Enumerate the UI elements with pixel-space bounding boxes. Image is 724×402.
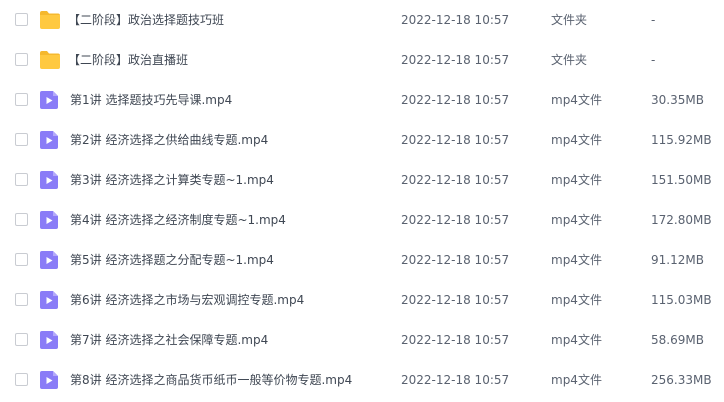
- file-name[interactable]: 第7讲 经济选择之社会保障专题.mp4: [70, 320, 268, 360]
- file-date: 2022-12-18 10:57: [401, 93, 510, 107]
- file-row-folder[interactable]: 【二阶段】政治选择题技巧班 2022-12-18 10:57 文件夹 -: [0, 0, 724, 40]
- file-size: -: [651, 13, 656, 27]
- file-row-video[interactable]: 第3讲 经济选择之计算类专题~1.mp4 2022-12-18 10:57 mp…: [0, 160, 724, 200]
- file-name[interactable]: 第1讲 选择题技巧先导课.mp4: [70, 80, 232, 120]
- row-checkbox[interactable]: [15, 93, 28, 106]
- file-size: 256.33MB: [651, 373, 712, 387]
- file-date: 2022-12-18 10:57: [401, 13, 510, 27]
- file-size: 115.03MB: [651, 293, 712, 307]
- file-date: 2022-12-18 10:57: [401, 133, 510, 147]
- video-file-icon: [39, 250, 61, 270]
- file-date: 2022-12-18 10:57: [401, 373, 510, 387]
- folder-icon: [39, 50, 61, 70]
- file-name[interactable]: 第5讲 经济选择题之分配专题~1.mp4: [70, 240, 274, 280]
- file-type: mp4文件: [551, 93, 602, 107]
- video-file-icon: [39, 330, 61, 350]
- file-row-video[interactable]: 第8讲 经济选择之商品货币纸币一般等价物专题.mp4 2022-12-18 10…: [0, 360, 724, 400]
- file-row-video[interactable]: 第7讲 经济选择之社会保障专题.mp4 2022-12-18 10:57 mp4…: [0, 320, 724, 360]
- row-checkbox[interactable]: [15, 213, 28, 226]
- row-checkbox[interactable]: [15, 333, 28, 346]
- video-file-icon: [39, 90, 61, 110]
- row-checkbox[interactable]: [15, 173, 28, 186]
- file-row-video[interactable]: 第2讲 经济选择之供给曲线专题.mp4 2022-12-18 10:57 mp4…: [0, 120, 724, 160]
- file-type: mp4文件: [551, 293, 602, 307]
- file-name[interactable]: 第3讲 经济选择之计算类专题~1.mp4: [70, 160, 274, 200]
- file-size: 30.35MB: [651, 93, 704, 107]
- file-type: 文件夹: [551, 13, 588, 27]
- row-checkbox[interactable]: [15, 133, 28, 146]
- file-size: 172.80MB: [651, 213, 712, 227]
- file-size: 151.50MB: [651, 173, 712, 187]
- file-list: 【二阶段】政治选择题技巧班 2022-12-18 10:57 文件夹 - 【二阶…: [0, 0, 724, 402]
- file-type: mp4文件: [551, 373, 602, 387]
- file-row-video[interactable]: 第6讲 经济选择之市场与宏观调控专题.mp4 2022-12-18 10:57 …: [0, 280, 724, 320]
- file-type: mp4文件: [551, 333, 602, 347]
- file-row-video[interactable]: 第1讲 选择题技巧先导课.mp4 2022-12-18 10:57 mp4文件 …: [0, 80, 724, 120]
- file-date: 2022-12-18 10:57: [401, 213, 510, 227]
- video-file-icon: [39, 130, 61, 150]
- file-name[interactable]: 第6讲 经济选择之市场与宏观调控专题.mp4: [70, 280, 304, 320]
- video-file-icon: [39, 290, 61, 310]
- file-name[interactable]: 【二阶段】政治直播班: [68, 40, 188, 80]
- file-type: mp4文件: [551, 133, 602, 147]
- file-type: mp4文件: [551, 173, 602, 187]
- file-row-video[interactable]: 第4讲 经济选择之经济制度专题~1.mp4 2022-12-18 10:57 m…: [0, 200, 724, 240]
- folder-icon: [39, 10, 61, 30]
- row-checkbox[interactable]: [15, 253, 28, 266]
- file-row-folder[interactable]: 【二阶段】政治直播班 2022-12-18 10:57 文件夹 -: [0, 40, 724, 80]
- file-date: 2022-12-18 10:57: [401, 53, 510, 67]
- file-type: mp4文件: [551, 253, 602, 267]
- video-file-icon: [39, 370, 61, 390]
- file-date: 2022-12-18 10:57: [401, 253, 510, 267]
- video-file-icon: [39, 170, 61, 190]
- file-size: 58.69MB: [651, 333, 704, 347]
- file-date: 2022-12-18 10:57: [401, 293, 510, 307]
- file-row-video[interactable]: 第5讲 经济选择题之分配专题~1.mp4 2022-12-18 10:57 mp…: [0, 240, 724, 280]
- file-type: 文件夹: [551, 53, 588, 67]
- file-date: 2022-12-18 10:57: [401, 333, 510, 347]
- file-size: -: [651, 53, 656, 67]
- file-name[interactable]: 第8讲 经济选择之商品货币纸币一般等价物专题.mp4: [70, 360, 352, 400]
- file-name[interactable]: 第4讲 经济选择之经济制度专题~1.mp4: [70, 200, 286, 240]
- file-size: 91.12MB: [651, 253, 704, 267]
- file-name[interactable]: 【二阶段】政治选择题技巧班: [68, 0, 224, 40]
- row-checkbox[interactable]: [15, 293, 28, 306]
- row-checkbox[interactable]: [15, 13, 28, 26]
- video-file-icon: [39, 210, 61, 230]
- file-size: 115.92MB: [651, 133, 712, 147]
- row-checkbox[interactable]: [15, 53, 28, 66]
- file-name[interactable]: 第2讲 经济选择之供给曲线专题.mp4: [70, 120, 268, 160]
- file-date: 2022-12-18 10:57: [401, 173, 510, 187]
- file-type: mp4文件: [551, 213, 602, 227]
- row-checkbox[interactable]: [15, 373, 28, 386]
